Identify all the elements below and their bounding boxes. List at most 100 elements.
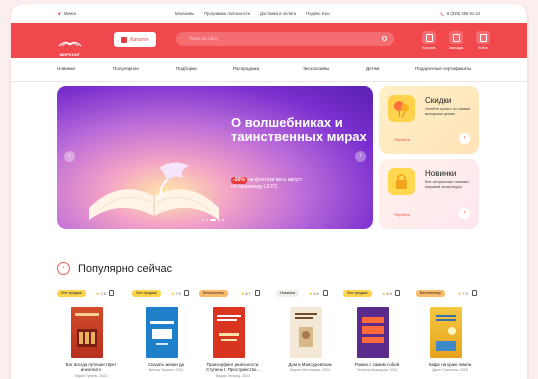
product-rating-value: 8.7 — [245, 292, 251, 296]
cart-icon — [422, 31, 436, 44]
bookmark-icon[interactable] — [323, 290, 328, 296]
search-icon[interactable] — [382, 36, 387, 41]
arrow-right-icon[interactable]: › — [459, 133, 470, 144]
product-title[interactable]: Сказать жизни да — [132, 362, 200, 367]
nav-item-sale[interactable]: Распродажа — [233, 66, 259, 71]
topbar: Минск Магазины Программа лояльности Дост… — [11, 4, 527, 23]
product-title[interactable]: Бог всегда путешествует инкогнито — [57, 362, 125, 373]
product-badge: Хит продаж — [132, 290, 161, 297]
section-header: › Популярно сейчас — [57, 262, 172, 275]
app-window: Минск Магазины Программа лояльности Дост… — [11, 4, 527, 379]
product-card[interactable]: Бестселлер ★ 7.3 Кафе на краю земли Джон… — [416, 290, 484, 379]
bookmark-icon[interactable] — [395, 290, 400, 296]
catalog-label: Каталог — [130, 36, 149, 43]
product-cover[interactable] — [146, 307, 178, 358]
bookmarks-label: Закладки — [448, 46, 464, 50]
topbar-link-cash[interactable]: Подпис Кэш — [306, 11, 330, 16]
banner-discount: -30% — [231, 177, 247, 184]
location-icon — [57, 11, 61, 16]
banner-dot-active[interactable] — [210, 219, 216, 221]
product-title[interactable]: Кафе на краю земли — [416, 362, 484, 367]
logo[interactable]: МИРКНИГ — [57, 34, 83, 57]
banner-dot[interactable] — [218, 219, 220, 221]
arrow-right-icon[interactable]: › — [459, 208, 470, 219]
promo-card-title: Новинки — [425, 169, 457, 178]
topbar-link-shops[interactable]: Магазины — [175, 11, 194, 16]
bookmark-icon[interactable] — [184, 290, 189, 296]
bookmark-icon[interactable] — [255, 290, 260, 296]
login-button[interactable]: Войти — [473, 31, 493, 50]
login-label: Войти — [478, 46, 488, 50]
promo-card-sales[interactable]: Скидки Успейте купить по самым выгодным … — [379, 86, 479, 154]
nav-item-gift-cards[interactable]: Подарочные сертификаты — [415, 66, 471, 71]
star-icon: ★ — [96, 292, 100, 296]
topbar-link-delivery[interactable]: Доставка и оплата — [260, 11, 296, 16]
promo-card-desc: Все актуальные новинки мировой литератур… — [425, 180, 469, 189]
product-rating-value: 7.8 — [100, 292, 106, 296]
product-cover[interactable] — [213, 307, 245, 358]
product-card[interactable]: Бестселлер ★ 8.7 Трансерфинг реальности.… — [199, 290, 267, 379]
city-label: Минск — [64, 11, 77, 16]
user-icon — [476, 31, 490, 44]
banner-dot[interactable] — [222, 219, 224, 221]
phone-icon — [440, 12, 444, 16]
phone-link[interactable]: 8 (029) 359 91 24 — [440, 11, 480, 16]
product-card[interactable]: Хит продаж ★ 7.5 Сказать жизни да Виктор… — [132, 290, 200, 379]
product-badge: Бестселлер — [199, 290, 228, 297]
product-cover[interactable] — [357, 307, 389, 358]
product-card[interactable]: Хит продаж ★ 7.8 Бог всегда путешествует… — [57, 290, 125, 379]
product-rating-value: 6.9 — [386, 292, 392, 296]
product-author: Вадим Зеланд, 2023 — [215, 374, 251, 378]
product-badge: Новинка — [276, 290, 299, 297]
banner-next-button[interactable]: › — [355, 151, 366, 162]
product-cover[interactable] — [430, 307, 462, 358]
cart-label: Корзина — [422, 46, 436, 50]
product-badge: Бестселлер — [416, 290, 445, 297]
product-cover[interactable] — [71, 307, 103, 358]
nav-item-popular[interactable]: Популярное — [113, 66, 139, 71]
bookmarks-button[interactable]: Закладки — [446, 31, 466, 50]
open-book-illustration — [89, 162, 219, 220]
product-rating-value: 7.5 — [175, 292, 181, 296]
banner-promo-line2: по промокоду LETO — [231, 184, 278, 190]
nav-item-new[interactable]: Новинки — [57, 66, 75, 71]
banner-promo-line1: на фэнтези весь август — [248, 177, 303, 183]
main-nav: Новинки Популярное Подборки Распродажа Э… — [11, 58, 527, 82]
promo-card-link[interactable]: Перейти — [394, 212, 410, 217]
bookmark-icon[interactable] — [472, 290, 477, 296]
header: МИРКНИГ Каталог Поиск по сайту Корзина З… — [11, 23, 527, 58]
banner-dot[interactable] — [206, 219, 208, 221]
product-card[interactable]: Хит продаж ★ 6.9 Роман с самим собой Тат… — [343, 290, 411, 379]
promo-card-link[interactable]: Перейти — [394, 137, 410, 142]
topbar-links: Магазины Программа лояльности Доставка и… — [175, 11, 330, 16]
banner-promo: -30% на фэнтези весь август по промокоду… — [231, 177, 361, 191]
star-icon: ★ — [241, 292, 245, 296]
product-cover[interactable] — [290, 307, 322, 358]
product-rating-value: 7.3 — [462, 292, 468, 296]
product-title[interactable]: Роман с самим собой — [343, 362, 411, 367]
product-title[interactable]: Трансерфинг реальности. Ступень I: Прост… — [199, 362, 267, 373]
nav-item-exclusives[interactable]: Эксклюзивы — [303, 66, 329, 71]
city-selector[interactable]: Минск — [57, 11, 76, 16]
nav-item-collections[interactable]: Подборки — [176, 66, 197, 71]
star-icon: ★ — [171, 292, 175, 296]
banner-prev-button[interactable]: ‹ — [64, 151, 75, 162]
nav-item-kids[interactable]: Детям — [366, 66, 379, 71]
logo-bird-icon — [58, 41, 82, 47]
hero-banner[interactable]: ‹ › О волшебниках и таинственных мирах -… — [57, 86, 373, 229]
search-placeholder: Поиск по сайту — [189, 36, 219, 41]
chevron-right-icon[interactable]: › — [57, 262, 70, 275]
search-input[interactable]: Поиск по сайту — [176, 32, 394, 46]
product-card[interactable]: Новинка ★ 8.9 Дом в Мансуровском Мария М… — [276, 290, 344, 379]
bookmark-icon[interactable] — [109, 290, 114, 296]
product-badge: Хит продаж — [57, 290, 86, 297]
product-rating: ★ 8.7 — [241, 291, 251, 296]
topbar-link-loyalty[interactable]: Программа лояльности — [204, 11, 250, 16]
balloons-icon — [388, 95, 415, 122]
cart-button[interactable]: Корзина — [419, 31, 439, 50]
promo-card-new[interactable]: Новинки Все актуальные новинки мировой л… — [379, 159, 479, 229]
banner-dot[interactable] — [202, 219, 204, 221]
star-icon: ★ — [382, 292, 386, 296]
catalog-button[interactable]: Каталог — [114, 32, 156, 47]
product-title[interactable]: Дом в Мансуровском — [276, 362, 344, 367]
